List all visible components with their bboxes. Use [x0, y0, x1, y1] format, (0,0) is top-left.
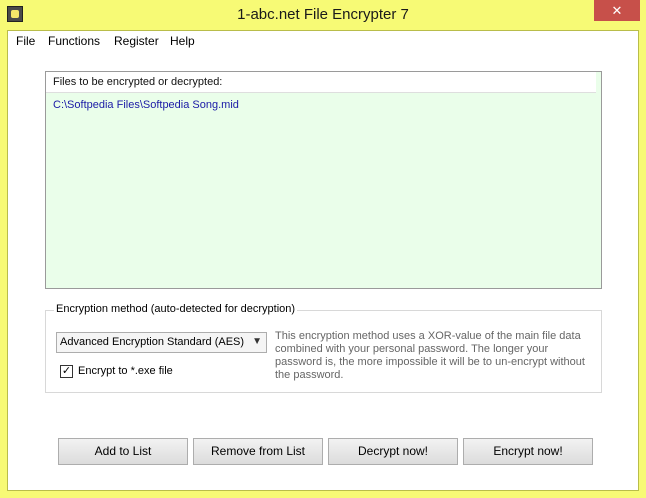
list-item[interactable]: C:\Softpedia Files\Softpedia Song.mid: [53, 99, 239, 111]
menu-bar: File Functions Register Help: [8, 31, 638, 53]
method-description: This encryption method uses a XOR-value …: [275, 330, 585, 381]
window-title: 1-abc.net File Encrypter 7: [237, 6, 409, 23]
encrypt-button[interactable]: Encrypt now!: [463, 438, 593, 465]
chevron-down-icon: ▼: [252, 336, 262, 347]
decrypt-button[interactable]: Decrypt now!: [328, 438, 458, 465]
menu-functions[interactable]: Functions: [46, 34, 102, 48]
file-list[interactable]: Files to be encrypted or decrypted: C:\S…: [45, 71, 602, 289]
exe-checkbox-label: Encrypt to *.exe file: [78, 365, 173, 377]
file-list-header: Files to be encrypted or decrypted:: [46, 72, 596, 93]
menu-help[interactable]: Help: [168, 34, 197, 48]
client-area: File Functions Register Help Files to be…: [7, 30, 639, 491]
add-to-list-button[interactable]: Add to List: [58, 438, 188, 465]
close-button[interactable]: ✕: [594, 0, 640, 21]
app-window: 1-abc.net File Encrypter 7 ✕ File Functi…: [0, 0, 646, 498]
menu-register[interactable]: Register: [112, 34, 161, 48]
title-bar[interactable]: 1-abc.net File Encrypter 7 ✕: [0, 0, 646, 30]
remove-from-list-button[interactable]: Remove from List: [193, 438, 323, 465]
encryption-method-group: Encryption method (auto-detected for dec…: [45, 303, 602, 393]
selected-method: Advanced Encryption Standard (AES): [60, 336, 245, 348]
menu-file[interactable]: File: [14, 34, 37, 48]
encryption-method-select[interactable]: Advanced Encryption Standard (AES) ▼: [56, 332, 267, 353]
group-label: Encryption method (auto-detected for dec…: [54, 303, 298, 315]
exe-checkbox[interactable]: ✓: [60, 365, 73, 378]
